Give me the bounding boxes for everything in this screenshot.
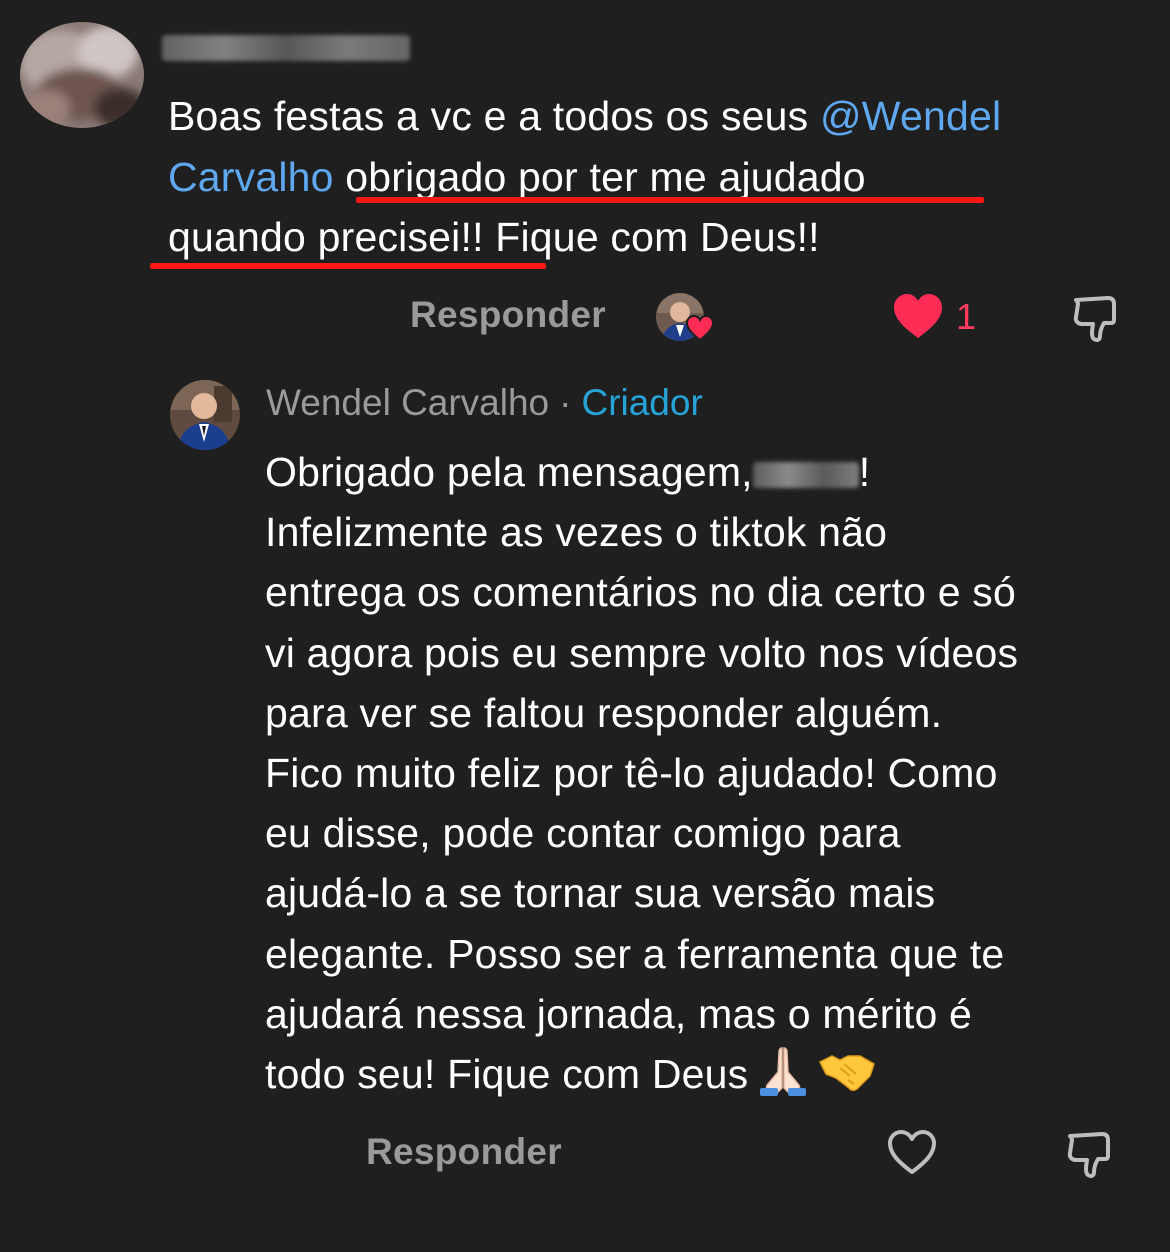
comment-line-1: Boas festas a vc e a todos os seus @Wend… bbox=[168, 86, 1128, 147]
reply-author-name[interactable]: Wendel Carvalho bbox=[266, 382, 549, 423]
comment-text-segment: obrigado por ter me ajudado bbox=[333, 153, 866, 200]
reply-text-segment: Obrigado pela mensagem, bbox=[265, 449, 753, 495]
reply-line: eu disse, pode contar comigo para bbox=[265, 810, 901, 857]
redacted-name bbox=[752, 462, 859, 489]
reply-header: Wendel Carvalho · Criador bbox=[266, 382, 703, 424]
praying-hands-icon bbox=[754, 1044, 812, 1097]
reply-line: ajudá-lo a se tornar sua versão mais bbox=[265, 870, 936, 917]
reply-text-segment: todo seu! Fique com Deus bbox=[265, 1051, 749, 1098]
header-separator: · bbox=[559, 382, 572, 423]
reply-line: ajudará nessa jornada, mas o mérito é bbox=[265, 990, 973, 1037]
heart-outline-icon[interactable] bbox=[886, 1128, 938, 1176]
reply-line: Infelizmente as vezes o tiktok não bbox=[265, 509, 888, 556]
creator-avatar[interactable] bbox=[170, 380, 240, 450]
commenter-avatar[interactable] bbox=[20, 22, 144, 128]
reply-line: para ver se faltou responder alguém. bbox=[265, 689, 943, 736]
handshake-icon bbox=[818, 1044, 876, 1096]
commenter-username-redacted[interactable] bbox=[162, 35, 410, 61]
reply-line: elegante. Posso ser a ferramenta que te bbox=[265, 930, 1005, 977]
creator-heart-badge-icon bbox=[685, 314, 715, 342]
thumbs-down-icon[interactable] bbox=[1064, 1128, 1118, 1180]
highlight-underline-1 bbox=[356, 197, 984, 203]
comment-text-segment: Boas festas a vc e a todos os seus bbox=[168, 93, 820, 139]
reply-line-last: todo seu! Fique com Deus bbox=[265, 1044, 1145, 1104]
reply-line: entrega os comentários no dia certo e só bbox=[265, 569, 1016, 616]
like-count: 1 bbox=[956, 296, 977, 337]
reply-line: Fico muito feliz por tê-lo ajudado! Como bbox=[265, 750, 998, 797]
reply-body: Obrigado pela mensagem,! Infelizmente as… bbox=[265, 442, 1145, 1104]
mention-link-continued[interactable]: Carvalho bbox=[168, 154, 334, 200]
heart-filled-icon[interactable] bbox=[892, 292, 944, 340]
comment-line-3: quando precisei!! Fique com Deus!! bbox=[168, 214, 820, 260]
reply-button[interactable]: Responder bbox=[410, 294, 606, 336]
creator-badge: Criador bbox=[581, 382, 703, 423]
thumbs-down-icon[interactable] bbox=[1070, 292, 1124, 344]
reply-line: Obrigado pela mensagem,! bbox=[265, 442, 1145, 502]
reply-button[interactable]: Responder bbox=[366, 1131, 562, 1173]
comment-body: Boas festas a vc e a todos os seus @Wend… bbox=[168, 86, 1128, 268]
highlight-underline-2 bbox=[150, 263, 546, 269]
reply-text-segment: ! bbox=[858, 449, 871, 495]
mention-link[interactable]: @Wendel bbox=[820, 93, 1001, 139]
reply-line: vi agora pois eu sempre volto nos vídeos bbox=[265, 629, 1019, 676]
